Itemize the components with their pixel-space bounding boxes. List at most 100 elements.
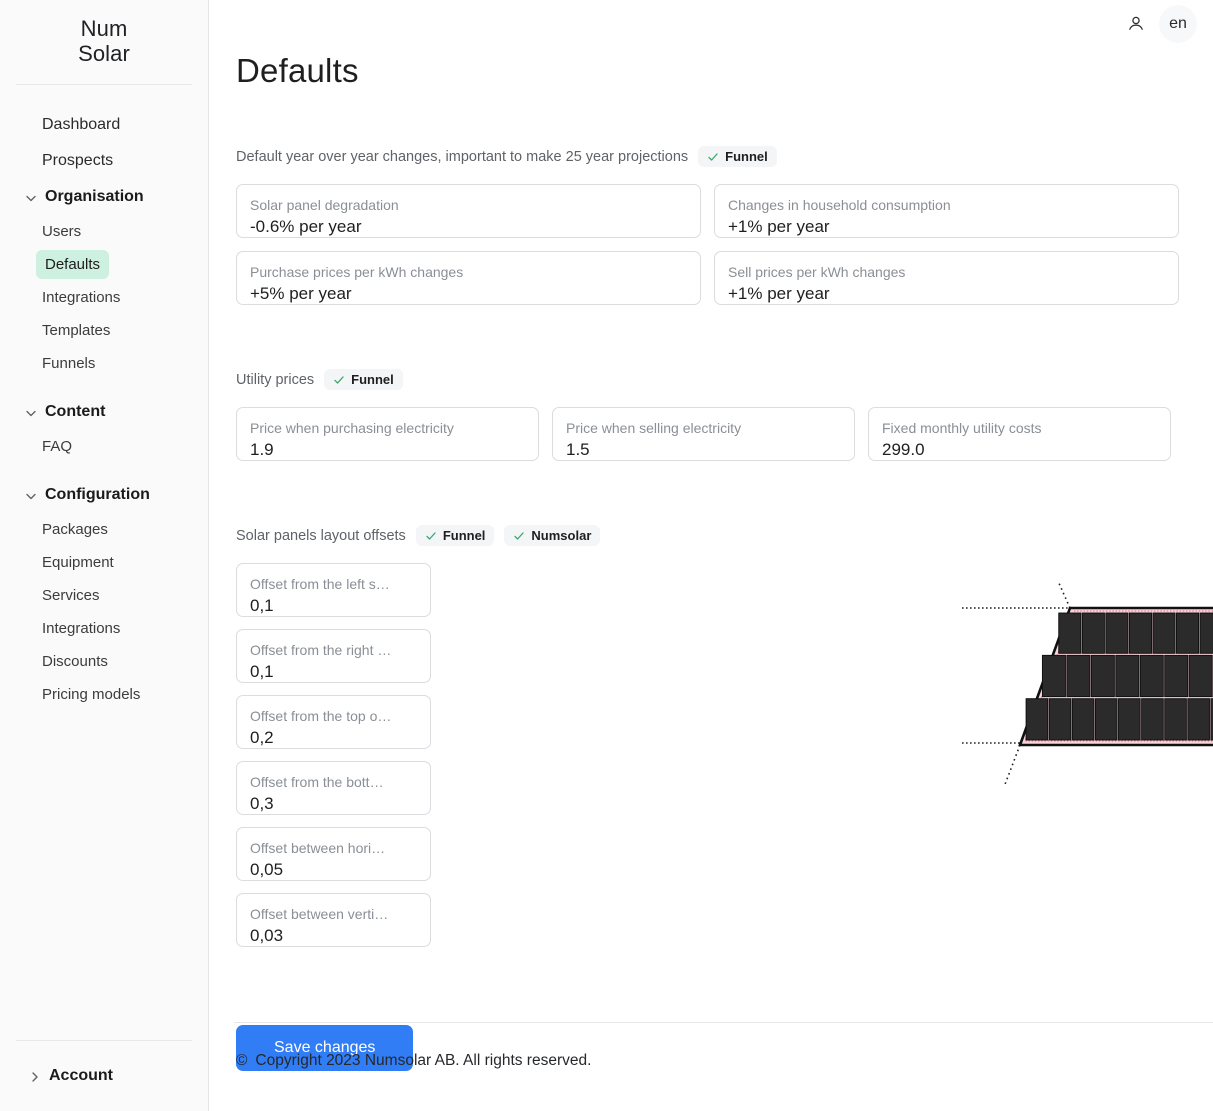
chip-label: Numsolar bbox=[531, 528, 592, 543]
field-label: Offset between hori… bbox=[250, 840, 386, 856]
chip-funnel[interactable]: Funnel bbox=[415, 525, 495, 546]
roof-panel-layout-preview bbox=[954, 575, 1213, 805]
chip-numsolar[interactable]: Numsolar bbox=[504, 525, 601, 546]
chevron-down-icon bbox=[24, 191, 38, 205]
field-label: Changes in household consumption bbox=[728, 197, 951, 213]
sidebar-item-integrations-config[interactable]: Integrations bbox=[0, 612, 208, 645]
utility-fields: Price when purchasing electricity 1.9 Pr… bbox=[236, 407, 1191, 461]
solar-panel bbox=[1071, 698, 1095, 741]
field-purchase-price-change[interactable]: Purchase prices per kWh changes +5% per … bbox=[236, 251, 701, 305]
field-value: -0.6% per year bbox=[250, 217, 362, 236]
sidebar-item-services[interactable]: Services bbox=[0, 579, 208, 612]
sidebar-item-funnels[interactable]: Funnels bbox=[0, 347, 208, 380]
field-offset-left[interactable]: Offset from the left s… 0,1 bbox=[236, 563, 431, 617]
sidebar-item-pricing-models[interactable]: Pricing models bbox=[0, 678, 208, 711]
field-value: +1% per year bbox=[728, 284, 830, 303]
footer-text: Copyright 2023 Numsolar AB. All rights r… bbox=[255, 1052, 592, 1069]
chip-label: Funnel bbox=[725, 149, 768, 164]
brand-logo[interactable]: Num Solar bbox=[0, 0, 208, 66]
section-header: Default year over year changes, importan… bbox=[236, 146, 1213, 167]
sidebar-group-content[interactable]: Content bbox=[0, 394, 208, 430]
language-selector[interactable]: en bbox=[1159, 5, 1197, 43]
field-label: Offset from the bott… bbox=[250, 774, 384, 790]
field-offset-top[interactable]: Offset from the top o… 0,2 bbox=[236, 695, 431, 749]
solar-panel bbox=[1066, 654, 1091, 698]
solar-panel bbox=[1081, 612, 1105, 654]
sidebar-item-packages[interactable]: Packages bbox=[0, 513, 208, 546]
sidebar-item-equipment[interactable]: Equipment bbox=[0, 546, 208, 579]
field-label: Sell prices per kWh changes bbox=[728, 264, 906, 280]
sidebar-item-integrations-org[interactable]: Integrations bbox=[0, 281, 208, 314]
main-content: en Defaults Default year over year chang… bbox=[209, 0, 1213, 1111]
field-label: Offset from the right … bbox=[250, 642, 392, 658]
sidebar-item-faq[interactable]: FAQ bbox=[0, 430, 208, 463]
field-value: 1.5 bbox=[566, 440, 590, 459]
section-title: Utility prices bbox=[236, 371, 315, 388]
solar-panel bbox=[1141, 698, 1164, 741]
solar-panel bbox=[1152, 612, 1176, 654]
field-value: 0,1 bbox=[250, 662, 274, 681]
sidebar-nav: Dashboard Prospects Organisation Users D… bbox=[0, 85, 208, 711]
sidebar-group-label: Configuration bbox=[45, 486, 150, 503]
section-title: Default year over year changes, importan… bbox=[236, 148, 689, 165]
yoy-fields: Solar panel degradation -0.6% per year C… bbox=[236, 184, 1191, 305]
sidebar-item-defaults[interactable]: Defaults bbox=[0, 248, 208, 281]
sidebar-item-label: Templates bbox=[42, 322, 111, 339]
field-sell-price-change[interactable]: Sell prices per kWh changes +1% per year bbox=[714, 251, 1179, 305]
chip-funnel[interactable]: Funnel bbox=[698, 146, 777, 167]
sidebar-item-account[interactable]: Account bbox=[0, 1041, 208, 1111]
solar-panel bbox=[1118, 698, 1141, 741]
sidebar-item-dashboard[interactable]: Dashboard bbox=[0, 107, 208, 143]
field-value: +5% per year bbox=[250, 284, 352, 303]
offset-fields: Offset from the left s… 0,1 Offset from … bbox=[236, 563, 628, 947]
footer: © Copyright 2023 Numsolar AB. All rights… bbox=[236, 1052, 591, 1070]
solar-panel bbox=[1025, 698, 1049, 741]
sidebar-item-label: Discounts bbox=[42, 653, 108, 670]
solar-panel bbox=[1115, 654, 1140, 698]
solar-panel bbox=[1199, 612, 1213, 654]
solar-panel bbox=[1041, 654, 1066, 698]
field-value: 0,03 bbox=[250, 926, 284, 945]
chevron-right-icon bbox=[28, 1070, 42, 1084]
field-label: Solar panel degradation bbox=[250, 197, 399, 213]
solar-panel bbox=[1058, 612, 1082, 654]
page-title: Defaults bbox=[236, 52, 359, 89]
field-value: 0,2 bbox=[250, 728, 274, 747]
field-household-consumption-change[interactable]: Changes in household consumption +1% per… bbox=[714, 184, 1179, 238]
solar-panel bbox=[1164, 654, 1189, 698]
chip-funnel[interactable]: Funnel bbox=[324, 369, 403, 390]
solar-panel bbox=[1176, 612, 1200, 654]
sidebar-item-prospects[interactable]: Prospects bbox=[0, 143, 208, 179]
brand-line-2: Solar bbox=[78, 41, 130, 66]
sidebar-item-discounts[interactable]: Discounts bbox=[0, 645, 208, 678]
sidebar-item-users[interactable]: Users bbox=[0, 215, 208, 248]
field-offset-bottom[interactable]: Offset from the bott… 0,3 bbox=[236, 761, 431, 815]
sidebar-group-organisation[interactable]: Organisation bbox=[0, 179, 208, 215]
check-icon bbox=[707, 151, 719, 163]
sidebar-group-configuration[interactable]: Configuration bbox=[0, 477, 208, 513]
sidebar-item-label: Defaults bbox=[36, 250, 110, 279]
field-offset-right[interactable]: Offset from the right … 0,1 bbox=[236, 629, 431, 683]
sidebar-group-label: Content bbox=[45, 403, 106, 420]
field-offset-between-vertical[interactable]: Offset between verti… 0,03 bbox=[236, 893, 431, 947]
field-solar-panel-degradation[interactable]: Solar panel degradation -0.6% per year bbox=[236, 184, 701, 238]
sidebar-item-templates[interactable]: Templates bbox=[0, 314, 208, 347]
field-value: 0,05 bbox=[250, 860, 284, 879]
sidebar-item-label: Users bbox=[42, 223, 82, 240]
solar-panel bbox=[1187, 698, 1210, 741]
guide-line-extend-tl bbox=[1057, 580, 1071, 609]
field-price-when-purchasing[interactable]: Price when purchasing electricity 1.9 bbox=[236, 407, 539, 461]
topbar: en bbox=[209, 0, 1213, 48]
field-value: 0,1 bbox=[250, 596, 274, 615]
field-value: 299.0 bbox=[882, 440, 925, 459]
sidebar-item-label: Pricing models bbox=[42, 686, 141, 703]
section-title: Solar panels layout offsets bbox=[236, 527, 406, 544]
field-fixed-monthly-utility-costs[interactable]: Fixed monthly utility costs 299.0 bbox=[868, 407, 1171, 461]
check-icon bbox=[513, 530, 525, 542]
user-account-icon[interactable] bbox=[1123, 11, 1149, 37]
sidebar: Num Solar Dashboard Prospects Organisati… bbox=[0, 0, 209, 1111]
sidebar-item-label: Prospects bbox=[42, 152, 114, 169]
field-offset-between-horizontal[interactable]: Offset between hori… 0,05 bbox=[236, 827, 431, 881]
field-price-when-selling[interactable]: Price when selling electricity 1.5 bbox=[552, 407, 855, 461]
chevron-down-icon bbox=[24, 406, 38, 420]
